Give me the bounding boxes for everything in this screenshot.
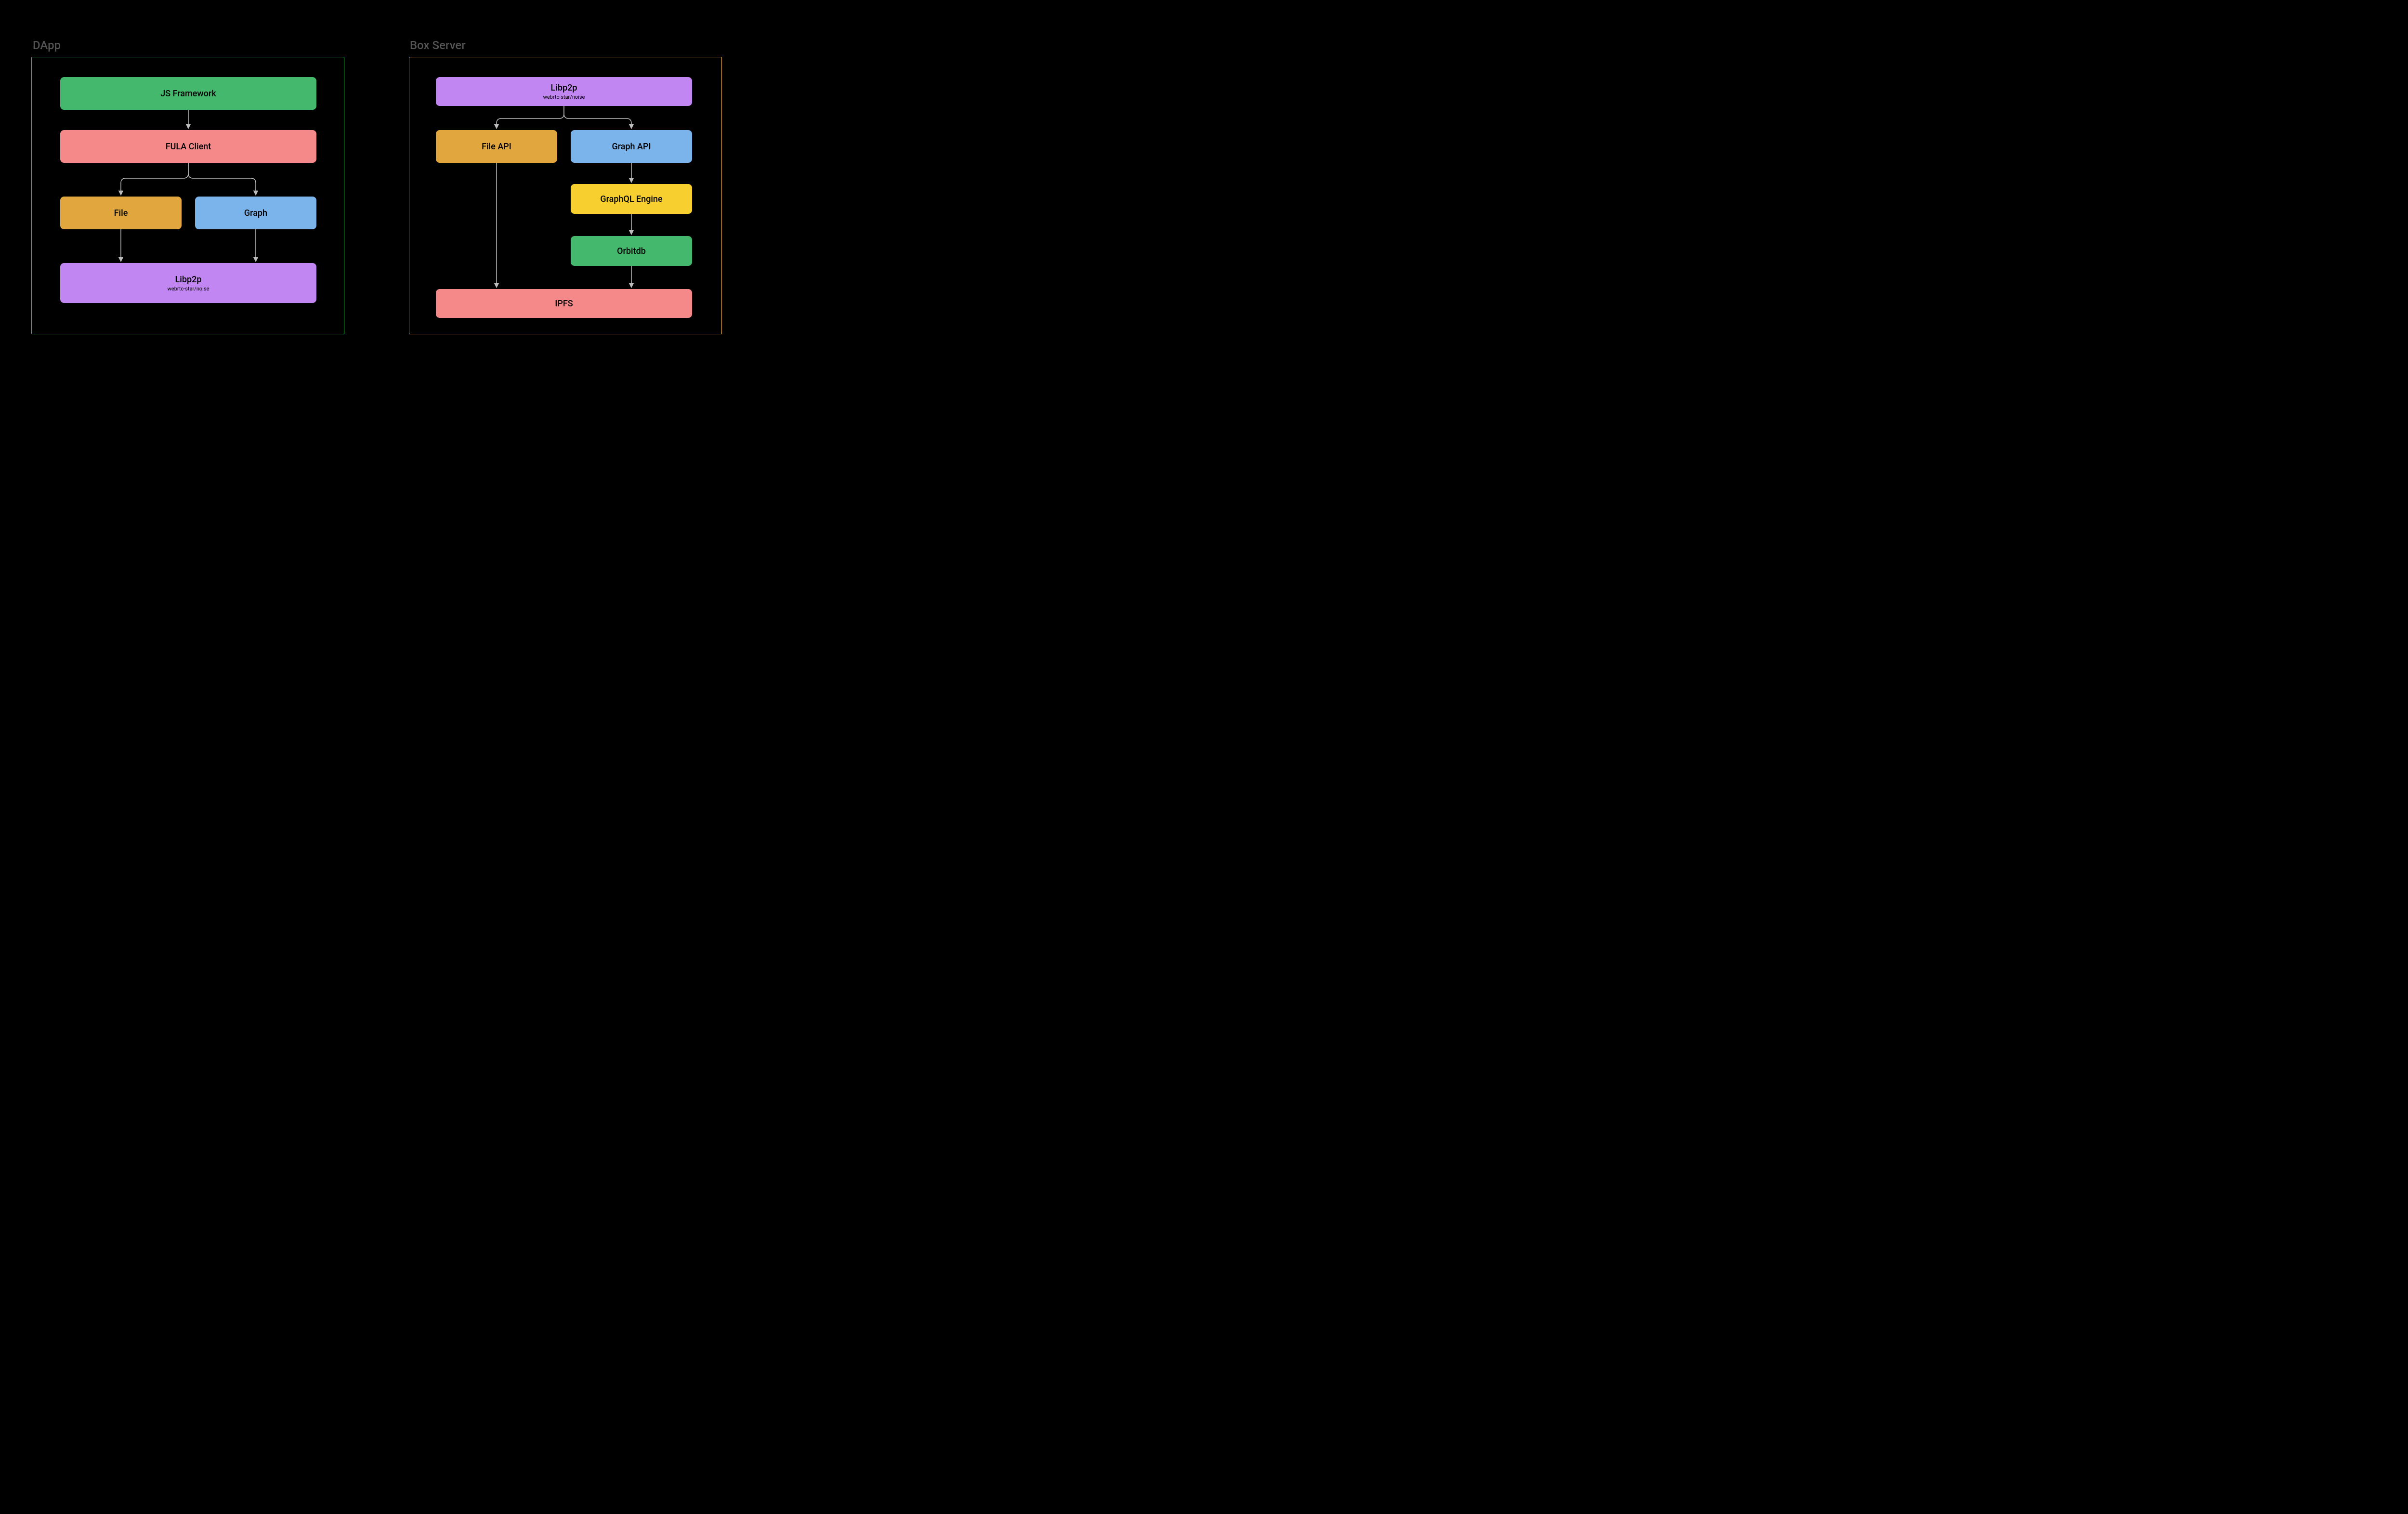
node-libp2p-dapp: Libp2p webrtc-star/noise [60,263,316,303]
node-js-framework: JS Framework [60,77,316,110]
node-label: Orbitdb [617,246,646,256]
node-label: JS Framework [160,89,216,99]
dapp-title: DApp [33,39,61,52]
node-label: Libp2p [175,275,202,285]
node-fula-client: FULA Client [60,130,316,163]
node-graph-api: Graph API [571,130,692,163]
node-label: FULA Client [166,142,211,152]
node-label: File [114,208,128,218]
node-file: File [60,197,182,229]
box-title: Box Server [410,39,466,52]
node-sublabel: webrtc-star/noise [543,94,585,100]
node-label: IPFS [555,299,573,309]
node-file-api: File API [436,130,557,163]
node-sublabel: webrtc-star/noise [168,286,209,292]
node-label: Graph API [612,142,651,152]
node-libp2p-box: Libp2p webrtc-star/noise [436,77,692,106]
node-label: File API [482,142,511,152]
node-ipfs: IPFS [436,289,692,318]
node-graph: Graph [195,197,316,229]
diagram-canvas: DApp JS Framework FULA Client File Graph… [0,0,757,356]
node-label: Graph [244,208,267,218]
node-label: Libp2p [551,83,577,93]
node-orbitdb: Orbitdb [571,236,692,266]
node-label: GraphQL Engine [600,194,662,204]
node-graphql-engine: GraphQL Engine [571,184,692,214]
